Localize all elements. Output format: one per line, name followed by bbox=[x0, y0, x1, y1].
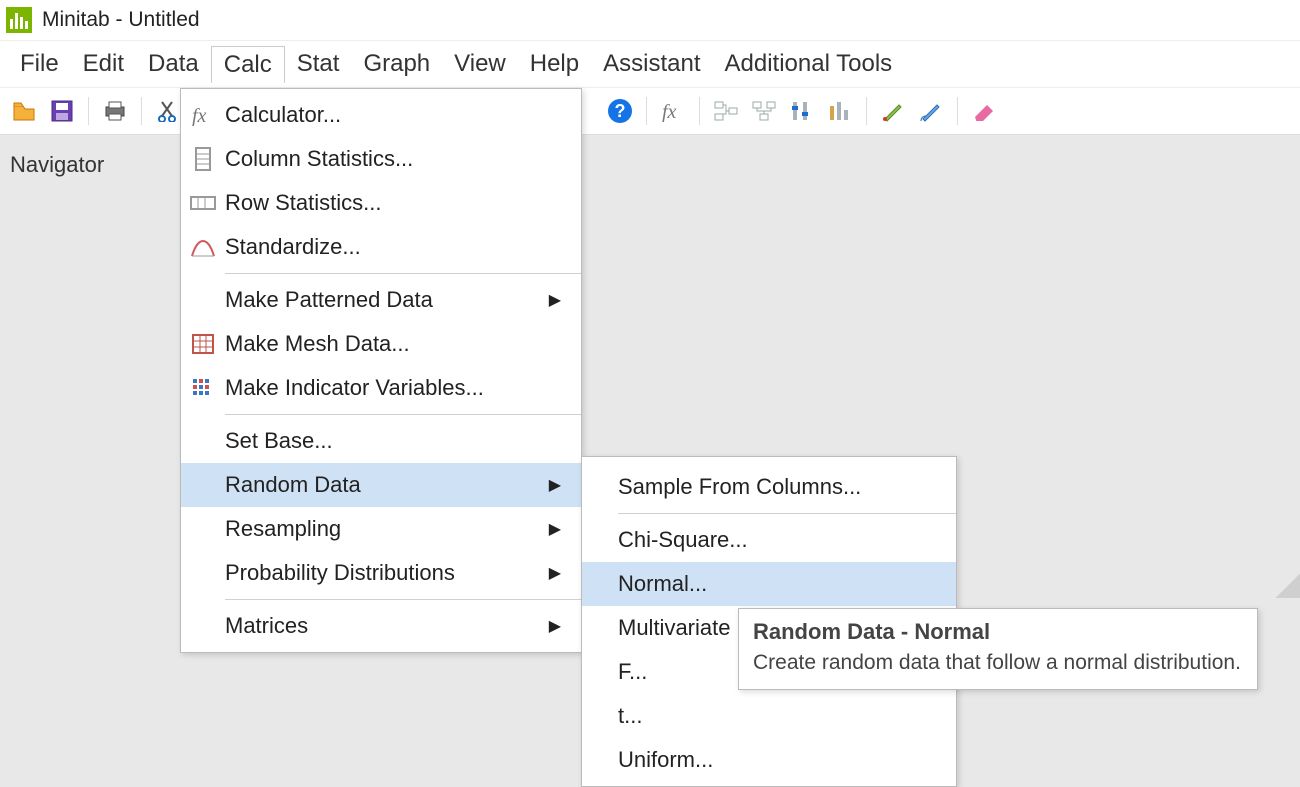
navigator-panel: Navigator bbox=[0, 132, 180, 178]
column-stats-icon bbox=[181, 147, 225, 171]
brush2-icon[interactable] bbox=[917, 97, 945, 125]
help-icon[interactable]: ? bbox=[606, 97, 634, 125]
submenu-arrow-icon: ▶ bbox=[541, 519, 561, 539]
menuitem-label: Random Data bbox=[225, 472, 541, 498]
menu-additional-tools[interactable]: Additional Tools bbox=[712, 46, 904, 82]
menu-view[interactable]: View bbox=[442, 46, 518, 82]
menu-separator bbox=[225, 273, 581, 274]
standardize-icon bbox=[181, 236, 225, 258]
menu-graph[interactable]: Graph bbox=[351, 46, 442, 82]
menuitem-column-statistics[interactable]: Column Statistics... bbox=[181, 137, 581, 181]
menuitem-label: Chi-Square... bbox=[618, 527, 936, 553]
menuitem-row-statistics[interactable]: Row Statistics... bbox=[181, 181, 581, 225]
cut-icon[interactable] bbox=[154, 97, 182, 125]
indicator-icon bbox=[181, 377, 225, 399]
toolbar-separator bbox=[699, 97, 700, 125]
menuitem-set-base[interactable]: Set Base... bbox=[181, 419, 581, 463]
menuitem-label: Sample From Columns... bbox=[618, 474, 936, 500]
menu-file[interactable]: File bbox=[8, 46, 71, 82]
menuitem-label: Resampling bbox=[225, 516, 541, 542]
submenuitem-normal[interactable]: Normal... bbox=[582, 562, 956, 606]
menuitem-matrices[interactable]: Matrices ▶ bbox=[181, 604, 581, 648]
submenu-arrow-icon: ▶ bbox=[541, 563, 561, 583]
save-icon[interactable] bbox=[48, 97, 76, 125]
submenu-arrow-icon: ▶ bbox=[541, 475, 561, 495]
menu-edit[interactable]: Edit bbox=[71, 46, 136, 82]
toolbar-separator bbox=[957, 97, 958, 125]
menuitem-label: Probability Distributions bbox=[225, 560, 541, 586]
open-icon[interactable] bbox=[10, 97, 38, 125]
window-title: Minitab - Untitled bbox=[42, 8, 200, 32]
menu-separator bbox=[225, 414, 581, 415]
menu-stat[interactable]: Stat bbox=[285, 46, 352, 82]
svg-text:fx: fx bbox=[662, 101, 677, 122]
tooltip-title: Random Data - Normal bbox=[753, 619, 1241, 645]
sliders-icon[interactable] bbox=[788, 97, 816, 125]
fx-icon[interactable]: fx bbox=[659, 97, 687, 125]
menuitem-label: Make Patterned Data bbox=[225, 287, 541, 313]
menuitem-label: Make Indicator Variables... bbox=[225, 375, 561, 401]
print-icon[interactable] bbox=[101, 97, 129, 125]
toolbar-separator bbox=[141, 97, 142, 125]
menuitem-label: Matrices bbox=[225, 613, 541, 639]
menuitem-probability-distributions[interactable]: Probability Distributions ▶ bbox=[181, 551, 581, 595]
menu-separator bbox=[225, 599, 581, 600]
svg-text:fx: fx bbox=[192, 105, 207, 126]
diagram1-icon[interactable] bbox=[712, 97, 740, 125]
menu-separator bbox=[618, 513, 956, 514]
calc-menu-popup: fx Calculator... Column Statistics... Ro… bbox=[180, 88, 582, 653]
menuitem-make-indicator-variables[interactable]: Make Indicator Variables... bbox=[181, 366, 581, 410]
menuitem-label: Uniform... bbox=[618, 747, 936, 773]
toolbar-separator bbox=[88, 97, 89, 125]
menuitem-random-data[interactable]: Random Data ▶ bbox=[181, 463, 581, 507]
menu-data[interactable]: Data bbox=[136, 46, 211, 82]
toolbar-separator bbox=[866, 97, 867, 125]
menuitem-label: Standardize... bbox=[225, 234, 561, 260]
tooltip: Random Data - Normal Create random data … bbox=[738, 608, 1258, 690]
menuitem-make-mesh-data[interactable]: Make Mesh Data... bbox=[181, 322, 581, 366]
menu-assistant[interactable]: Assistant bbox=[591, 46, 712, 82]
navigator-title: Navigator bbox=[10, 152, 180, 178]
menuitem-resampling[interactable]: Resampling ▶ bbox=[181, 507, 581, 551]
svg-text:?: ? bbox=[615, 101, 626, 121]
submenu-arrow-icon: ▶ bbox=[541, 290, 561, 310]
row-stats-icon bbox=[181, 195, 225, 211]
app-logo-icon bbox=[6, 7, 32, 33]
toolbar-separator bbox=[646, 97, 647, 125]
submenuitem-uniform[interactable]: Uniform... bbox=[582, 738, 956, 782]
tooltip-body: Create random data that follow a normal … bbox=[753, 651, 1241, 675]
submenuitem-sample-from-columns[interactable]: Sample From Columns... bbox=[582, 465, 956, 509]
menuitem-calculator[interactable]: fx Calculator... bbox=[181, 93, 581, 137]
menuitem-label: t... bbox=[618, 703, 936, 729]
fx-icon: fx bbox=[181, 104, 225, 126]
submenuitem-chi-square[interactable]: Chi-Square... bbox=[582, 518, 956, 562]
brush1-icon[interactable] bbox=[879, 97, 907, 125]
menubar: File Edit Data Calc Stat Graph View Help… bbox=[0, 40, 1300, 87]
eraser-icon[interactable] bbox=[970, 97, 998, 125]
menuitem-label: Make Mesh Data... bbox=[225, 331, 561, 357]
menuitem-standardize[interactable]: Standardize... bbox=[181, 225, 581, 269]
submenuitem-t[interactable]: t... bbox=[582, 694, 956, 738]
menu-help[interactable]: Help bbox=[518, 46, 591, 82]
submenu-arrow-icon: ▶ bbox=[541, 616, 561, 636]
scroll-corner-icon bbox=[1276, 574, 1300, 598]
menuitem-make-patterned-data[interactable]: Make Patterned Data ▶ bbox=[181, 278, 581, 322]
menuitem-label: Set Base... bbox=[225, 428, 561, 454]
menuitem-label: Normal... bbox=[618, 571, 936, 597]
menuitem-label: Row Statistics... bbox=[225, 190, 561, 216]
bars-icon[interactable] bbox=[826, 97, 854, 125]
diagram2-icon[interactable] bbox=[750, 97, 778, 125]
menu-calc[interactable]: Calc bbox=[211, 46, 285, 83]
menuitem-label: Column Statistics... bbox=[225, 146, 561, 172]
mesh-icon bbox=[181, 333, 225, 355]
menuitem-label: Calculator... bbox=[225, 102, 561, 128]
titlebar: Minitab - Untitled bbox=[0, 0, 1300, 40]
